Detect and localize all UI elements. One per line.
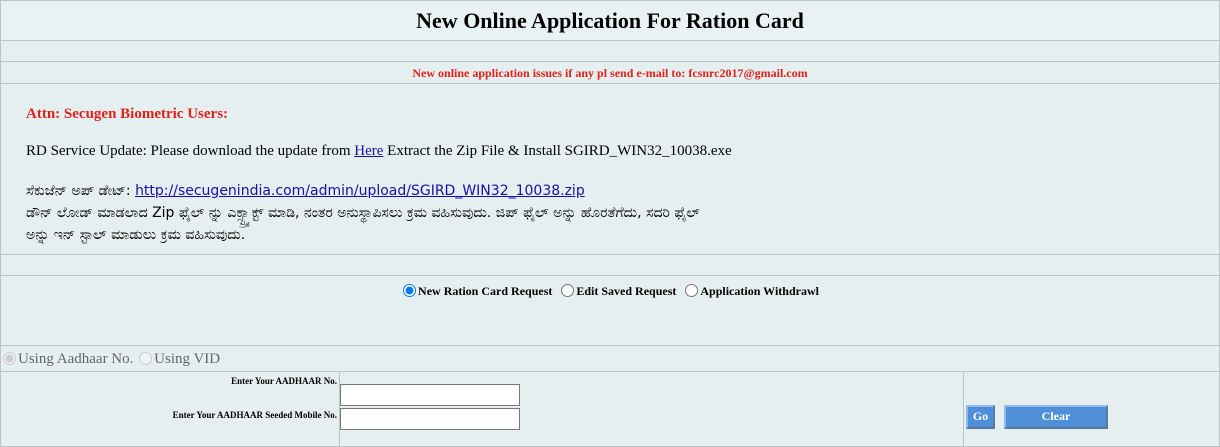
radio-using-vid[interactable]: Using VID <box>137 351 220 367</box>
clear-button[interactable]: Clear <box>1004 405 1108 429</box>
form-input-cell <box>340 372 964 446</box>
aadhaar-label: Enter Your AADHAAR No. <box>231 376 337 386</box>
kannada-update-line: ಸೆಕುಜೆನ್ ಅಪ್ ಡೇಟ್: http://secugenindia.c… <box>26 183 585 199</box>
aadhaar-form-row: Enter Your AADHAAR No. Enter Your AADHAA… <box>1 372 1219 446</box>
secugen-zip-link[interactable]: http://secugenindia.com/admin/upload/SGI… <box>135 183 585 199</box>
kannada-instruction-line2: ಅನ್ನು ಇನ್ ಸ್ಟಾಲ್ ಮಾಡುಲು ಕ್ರಮ ವಹಿಸುವುದು. <box>26 227 246 243</box>
application-panel: New Online Application For Ration Card N… <box>0 0 1220 447</box>
id-mode-row: Using Aadhaar No. Using VID <box>1 346 1219 372</box>
radio-edit-saved-input[interactable] <box>561 284 575 297</box>
kannada-instruction-line1: ಡೌನ್ ಲೋಡ್ ಮಾಡಲಾದ Zip ಫೈಲ್ ನ್ನು ಎಕ್ಸ್ಟ್ರ್… <box>26 205 700 221</box>
rd-suffix-text: Extract the Zip File & Install SGIRD_WIN… <box>387 143 732 159</box>
mobile-label: Enter Your AADHAAR Seeded Mobile No. <box>172 410 337 420</box>
page-title: New Online Application For Ration Card <box>1 1 1219 41</box>
attn-heading: Attn: Secugen Biometric Users: <box>26 106 229 122</box>
email-notice: New online application issues if any pl … <box>1 62 1219 84</box>
kannada-label: ಸೆಕುಜೆನ್ ಅಪ್ ಡೇಟ್: <box>26 183 131 199</box>
go-button[interactable]: Go <box>966 405 995 429</box>
spacer-row <box>1 255 1219 276</box>
spacer-row <box>1 41 1219 62</box>
radio-withdrawl-input[interactable] <box>685 284 699 297</box>
request-type-row: New Ration Card Request Edit Saved Reque… <box>1 276 1219 346</box>
rd-service-update: RD Service Update: Please download the u… <box>26 143 732 160</box>
radio-new-ration-card[interactable]: New Ration Card Request <box>401 284 552 298</box>
download-here-link[interactable]: Here <box>354 143 383 159</box>
radio-using-aadhaar[interactable]: Using Aadhaar No. <box>1 351 133 367</box>
rd-prefix-text: RD Service Update: Please download the u… <box>26 143 351 159</box>
mobile-input[interactable] <box>340 408 520 430</box>
radio-using-aadhaar-input[interactable] <box>3 352 16 365</box>
radio-new-ration-card-input[interactable] <box>403 284 417 297</box>
radio-using-vid-input[interactable] <box>139 352 153 365</box>
radio-edit-saved[interactable]: Edit Saved Request <box>559 284 676 298</box>
info-section: Attn: Secugen Biometric Users: RD Servic… <box>1 84 1219 255</box>
form-label-cell: Enter Your AADHAAR No. Enter Your AADHAA… <box>1 372 340 446</box>
aadhaar-input[interactable] <box>340 384 520 406</box>
radio-withdrawl[interactable]: Application Withdrawl <box>683 284 819 298</box>
request-type-group: New Ration Card Request Edit Saved Reque… <box>1 284 1219 299</box>
